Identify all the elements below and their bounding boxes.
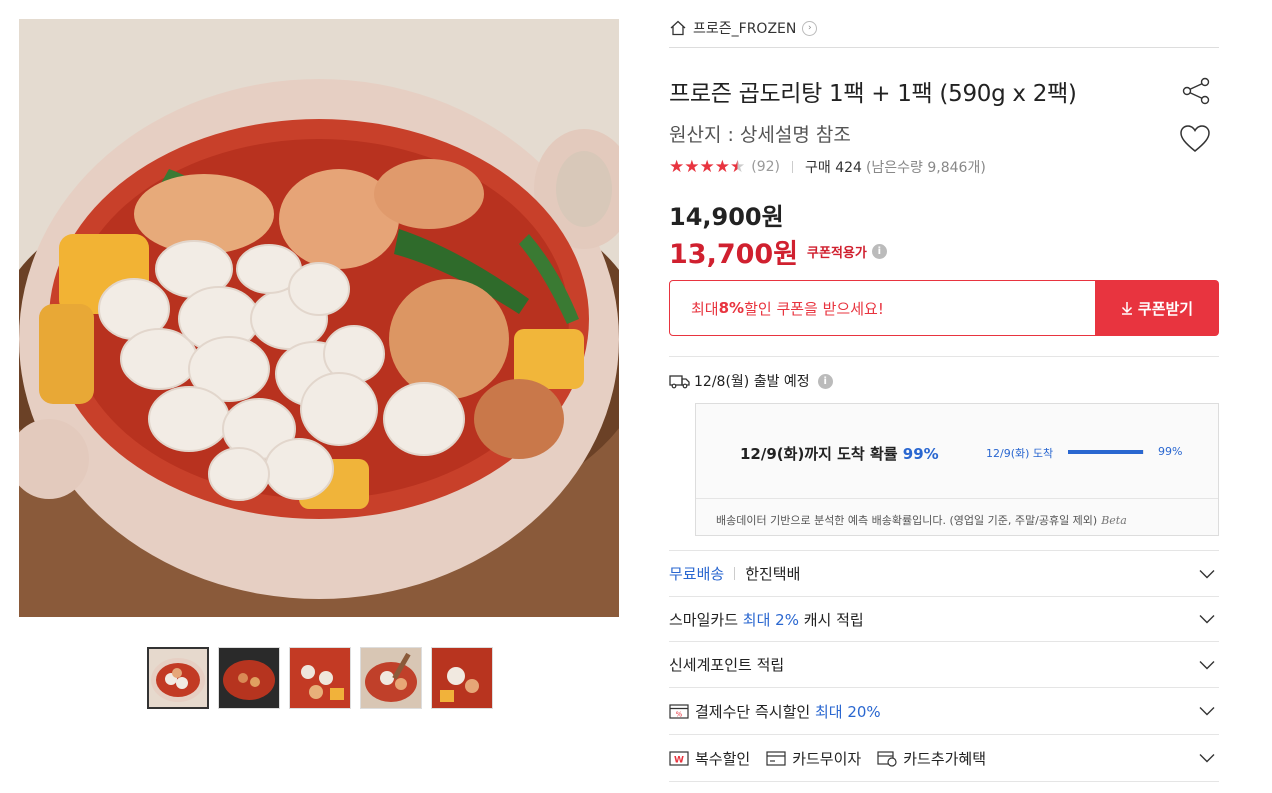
free-shipping-label: 무료배송 xyxy=(669,565,725,583)
delivery-probability-pct: 99% xyxy=(902,445,939,463)
home-icon xyxy=(670,20,686,36)
get-coupon-label: 쿠폰받기 xyxy=(1137,300,1194,318)
coupon-text-prefix: 최대 xyxy=(691,299,719,318)
thumbnail-5[interactable] xyxy=(431,647,493,709)
sale-price: 13,700원 xyxy=(669,239,799,270)
review-count[interactable]: (92) xyxy=(751,159,780,175)
payment-prefix: 결제수단 즉시할인 xyxy=(695,702,811,721)
divider xyxy=(669,356,1219,357)
ssg-point-label: 신세계포인트 적립 xyxy=(669,656,785,674)
chevron-right-icon[interactable]: › xyxy=(802,20,818,36)
star-icon: ★ xyxy=(669,156,685,177)
delivery-probability-note: 배송데이터 기반으로 분석한 예측 배송확률입니다. (영업일 기준, 주말/공… xyxy=(716,512,1127,528)
chevron-down-icon[interactable] xyxy=(1199,753,1215,763)
multi-discount-label: 복수할인 xyxy=(695,749,751,768)
card-interest-free-label: 카드무이자 xyxy=(792,749,862,768)
card-discount-icon: % xyxy=(669,703,689,719)
delivery-probability-text: 12/9(화)까지 도착 확률 xyxy=(740,445,903,463)
delivery-probability-bar xyxy=(1068,450,1144,454)
thumbnail-strip xyxy=(147,647,493,709)
share-icon[interactable] xyxy=(1181,76,1211,106)
delivery-probability-main: 12/9(화)까지 도착 확률 99% xyxy=(740,443,939,464)
divider xyxy=(792,161,793,173)
purchase-count: 구매 424 xyxy=(805,160,862,176)
payment-highlight: 최대 20% xyxy=(814,702,881,721)
delivery-probability-small-pct: 99% xyxy=(1158,445,1183,458)
divider xyxy=(696,498,1218,499)
accordion-card-benefits[interactable]: W 복수할인 카드무이자 카드추가혜택 xyxy=(669,734,1219,781)
beta-label: Beta xyxy=(1101,514,1127,527)
thumbnail-2-image xyxy=(219,648,279,708)
delivery-probability-fill xyxy=(1068,450,1144,454)
departure-text: 12/8(월) 출발 예정 xyxy=(694,374,810,390)
smilecard-highlight: 최대 2% xyxy=(742,610,799,629)
get-coupon-button[interactable]: 쿠폰받기 xyxy=(1095,280,1219,336)
coupon-text-pct: 8% xyxy=(718,299,745,317)
coupon-banner[interactable]: 최대 8% 할인 쿠폰을 받으세요! xyxy=(669,280,1096,336)
dorritang-pot-illustration xyxy=(19,19,619,617)
sale-price-row: 13,700원 쿠폰적용가 i xyxy=(669,232,887,271)
courier-label: 한진택배 xyxy=(745,565,801,583)
thumbnail-3[interactable] xyxy=(289,647,351,709)
breadcrumb[interactable]: 프로즌_FROZEN › xyxy=(669,17,818,39)
thumbnail-1[interactable] xyxy=(147,647,209,709)
info-icon[interactable]: i xyxy=(871,244,887,259)
shipping-departure-row: 12/8(월) 출발 예정 i xyxy=(669,371,833,391)
accordion-smilecard[interactable]: 스마일카드 최대 2% 캐시 적립 xyxy=(669,596,1219,641)
chevron-down-icon[interactable] xyxy=(1199,706,1215,716)
delivery-date-label: 12/9(화) 도착 xyxy=(986,447,1054,460)
download-icon xyxy=(1121,302,1132,315)
thumbnail-4-image xyxy=(361,648,421,708)
divider xyxy=(734,567,736,580)
original-price: 14,900원 xyxy=(669,203,784,231)
smilecard-prefix: 스마일카드 xyxy=(669,610,739,629)
multi-discount-icon: W xyxy=(669,750,689,766)
half-star-icon: ★ xyxy=(730,156,746,177)
smilecard-suffix: 캐시 적립 xyxy=(803,610,864,629)
truck-icon xyxy=(669,375,690,389)
remaining-stock: (남은수량 9,846개) xyxy=(865,160,986,176)
delivery-probability-box: 12/9(화)까지 도착 확률 99% 12/9(화) 도착 99% 배송데이터… xyxy=(695,403,1219,536)
star-icon: ★ xyxy=(714,156,730,177)
divider xyxy=(669,47,1219,48)
accordion-shipping[interactable]: 무료배송 한진택배 xyxy=(669,550,1219,596)
star-rating: ★ ★ ★ ★ ★ xyxy=(669,156,746,177)
svg-text:%: % xyxy=(676,710,683,718)
thumbnail-4[interactable] xyxy=(360,647,422,709)
divider xyxy=(669,781,1219,782)
delivery-note-text: 배송데이터 기반으로 분석한 예측 배송확률입니다. (영업일 기준, 주말/공… xyxy=(716,514,1098,527)
heart-icon[interactable] xyxy=(1179,124,1211,154)
star-icon: ★ xyxy=(699,156,715,177)
chevron-down-icon[interactable] xyxy=(1199,614,1215,624)
thumbnail-2[interactable] xyxy=(218,647,280,709)
thumbnail-3-image xyxy=(290,648,350,708)
accordion-payment-discount[interactable]: % 결제수단 즉시할인 최대 20% xyxy=(669,687,1219,734)
chevron-down-icon[interactable] xyxy=(1199,660,1215,670)
accordion-ssg-point[interactable]: 신세계포인트 적립 xyxy=(669,641,1219,687)
card-extra-benefit-icon xyxy=(877,750,897,767)
card-extra-label: 카드추가혜택 xyxy=(903,749,987,768)
svg-text:W: W xyxy=(674,755,684,765)
star-icon: ★ xyxy=(684,156,700,177)
product-origin: 원산지 : 상세설명 참조 xyxy=(669,124,851,146)
coupon-text-suffix: 할인 쿠폰을 받으세요! xyxy=(744,299,884,318)
info-icon[interactable]: i xyxy=(817,373,833,389)
thumbnail-5-image xyxy=(432,648,492,708)
card-icon xyxy=(766,750,786,766)
main-product-image[interactable] xyxy=(19,19,619,617)
coupon-price-label: 쿠폰적용가 xyxy=(807,246,867,261)
rating-row: ★ ★ ★ ★ ★ (92) 구매 424 (남은수량 9,846개) xyxy=(669,157,986,177)
breadcrumb-label[interactable]: 프로즌_FROZEN xyxy=(693,18,796,38)
chevron-down-icon[interactable] xyxy=(1199,569,1215,579)
thumbnail-1-image xyxy=(149,649,207,707)
product-title: 프로즌 곱도리탕 1팩 + 1팩 (590g x 2팩) xyxy=(669,81,1077,107)
